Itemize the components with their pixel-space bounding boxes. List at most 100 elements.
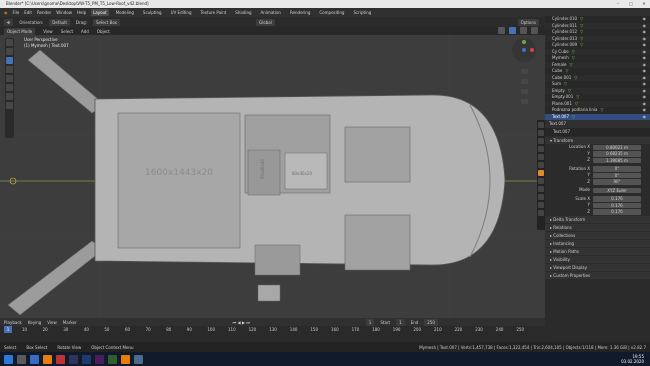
rendered-shading-icon[interactable] — [531, 27, 538, 34]
grid-icon[interactable] — [521, 99, 528, 104]
explorer-icon[interactable] — [134, 354, 143, 364]
properties-section-header[interactable]: ▸ Delta Transform — [545, 216, 650, 223]
timeline-editor[interactable]: Playback Keying View Marker ⏮ ◀ ▶ ⏭ 1 St… — [0, 318, 545, 342]
menu-window[interactable]: Window — [56, 10, 72, 15]
view-layer-tab-icon[interactable] — [538, 146, 544, 152]
select-cursor-icon[interactable] — [6, 39, 13, 46]
rotate-icon[interactable] — [6, 66, 13, 73]
app-green-icon[interactable] — [108, 354, 117, 364]
tab-compositing[interactable]: Compositing — [317, 9, 346, 16]
properties-section-header[interactable]: ▸ Motion Paths — [545, 248, 650, 255]
playhead[interactable]: 1 — [4, 326, 12, 333]
modifier-tab-icon[interactable] — [538, 178, 544, 184]
tab-uv-editing[interactable]: UV Editing — [169, 9, 194, 16]
measure-icon[interactable] — [6, 102, 13, 109]
properties-section-header[interactable]: ▸ Visibility — [545, 256, 650, 263]
close-icon[interactable]: ✕ — [638, 0, 650, 8]
start-windows-icon[interactable] — [4, 354, 13, 364]
tab-shading[interactable]: Shading — [233, 9, 253, 16]
world-tab-icon[interactable] — [538, 162, 544, 168]
current-frame-field[interactable]: 1 — [365, 318, 375, 326]
z-axis-icon[interactable] — [522, 48, 526, 52]
zoom-icon[interactable] — [521, 69, 528, 74]
task-view-icon[interactable] — [30, 354, 39, 364]
navigation-gizmo[interactable] — [512, 38, 536, 62]
menu-edit[interactable]: Edit — [24, 10, 32, 15]
data-tab-icon[interactable] — [538, 202, 544, 208]
maximize-icon[interactable]: □ — [625, 0, 637, 8]
system-clock[interactable]: 19:55 03.02.2020 — [621, 354, 644, 364]
camera-icon[interactable] — [521, 89, 528, 94]
blender-taskbar-icon[interactable] — [121, 354, 130, 364]
minimize-icon[interactable]: – — [612, 0, 624, 8]
properties-section-header[interactable]: ▸ Relations — [545, 224, 650, 231]
after-effects-icon[interactable] — [95, 354, 104, 364]
timeline-menu-playback[interactable]: Playback — [4, 320, 22, 325]
end-frame-field[interactable]: 250 — [424, 318, 438, 326]
rotation-x-field[interactable]: 0° — [593, 166, 641, 172]
wireframe-shading-icon[interactable] — [498, 27, 505, 34]
tool-tab-icon[interactable] — [538, 122, 544, 128]
outliner[interactable]: Cylinder.010 ▽ ◉ Cylinder.011 ▽ ◉ Cylinder.012… — [545, 8, 650, 120]
search-icon[interactable] — [17, 354, 26, 364]
drag-dropdown[interactable]: Select Box — [92, 18, 121, 26]
3d-viewport[interactable]: 1600x1443x20 80x40x20 50x40x40 User Pers… — [0, 35, 545, 318]
timeline-menu-marker[interactable]: Marker — [63, 320, 77, 325]
options-dropdown[interactable]: Options — [517, 18, 539, 26]
properties-section-header[interactable]: ▸ Custom Properties — [545, 272, 650, 279]
x-axis-icon[interactable] — [530, 48, 534, 52]
tab-layout[interactable]: Layout — [91, 9, 109, 16]
object-name-field[interactable]: Text.007 — [549, 121, 566, 126]
menu-view[interactable]: View — [43, 29, 53, 34]
annotate-icon[interactable] — [6, 93, 13, 100]
properties-section-header[interactable]: ▸ Instancing — [545, 240, 650, 247]
scale-z-field[interactable]: 0.176 — [593, 209, 641, 215]
photoshop-icon[interactable] — [82, 354, 91, 364]
properties-section-header[interactable]: ▸ Collections — [545, 232, 650, 239]
timeline-menu-keying[interactable]: Keying — [28, 320, 41, 325]
rotation-z-field[interactable]: 90° — [593, 179, 641, 185]
location-x-field[interactable]: 0.80021 m — [593, 144, 641, 150]
transform-panel-header[interactable]: ▾ Transform — [545, 137, 650, 144]
timeline-ruler[interactable]: 10 20 30 40 50 60 70 80 90 100 110 120 130 140 150 160 1… — [0, 326, 545, 334]
rotation-mode-dropdown[interactable]: XYZ Euler — [593, 187, 641, 193]
firefox-icon[interactable] — [43, 354, 52, 364]
output-tab-icon[interactable] — [538, 138, 544, 144]
rotation-y-field[interactable]: 0° — [593, 172, 641, 178]
transform-tool-icon[interactable]: ✥ — [4, 18, 14, 26]
scene-tab-icon[interactable] — [538, 154, 544, 160]
pan-hand-icon[interactable] — [521, 79, 528, 84]
mode-dropdown[interactable]: Object Mode — [4, 27, 36, 35]
material-tab-icon[interactable] — [538, 210, 544, 216]
tab-texture-paint[interactable]: Texture Paint — [198, 9, 228, 16]
location-z-field[interactable]: 1.39085 m — [593, 157, 641, 163]
scale-x-field[interactable]: 0.176 — [593, 196, 641, 202]
scale-y-field[interactable]: 0.176 — [593, 202, 641, 208]
transform-icon[interactable] — [6, 84, 13, 91]
orientation-dropdown[interactable]: Default — [49, 18, 70, 26]
menu-object[interactable]: Object — [97, 29, 110, 34]
tab-rendering[interactable]: Rendering — [288, 9, 312, 16]
object-tab-icon[interactable] — [538, 170, 544, 176]
menu-select[interactable]: Select — [61, 29, 73, 34]
solid-shading-icon[interactable] — [509, 27, 516, 34]
material-shading-icon[interactable] — [520, 27, 527, 34]
start-frame-field[interactable]: 1 — [396, 318, 405, 326]
move-icon[interactable] — [6, 57, 13, 64]
y-axis-icon[interactable] — [522, 40, 526, 44]
object-datablock[interactable]: Text.007 — [545, 128, 650, 136]
tab-modeling[interactable]: Modeling — [114, 9, 136, 16]
menu-add[interactable]: Add — [81, 29, 89, 34]
properties-editor[interactable]: Text.007 Text.007 ▾ Transform Location X… — [545, 120, 650, 342]
premiere-icon[interactable] — [69, 354, 78, 364]
properties-section-header[interactable]: ▸ Viewport Display — [545, 264, 650, 271]
physics-tab-icon[interactable] — [538, 186, 544, 192]
menu-render[interactable]: Render — [37, 10, 51, 15]
app-red-icon[interactable] — [56, 354, 65, 364]
render-tab-icon[interactable] — [538, 130, 544, 136]
cursor-icon[interactable] — [6, 48, 13, 55]
tab-scripting[interactable]: Scripting — [351, 9, 373, 16]
constraints-tab-icon[interactable] — [538, 194, 544, 200]
menu-file[interactable]: File — [13, 10, 20, 15]
transform-orientation-dropdown[interactable]: Global — [256, 18, 275, 26]
